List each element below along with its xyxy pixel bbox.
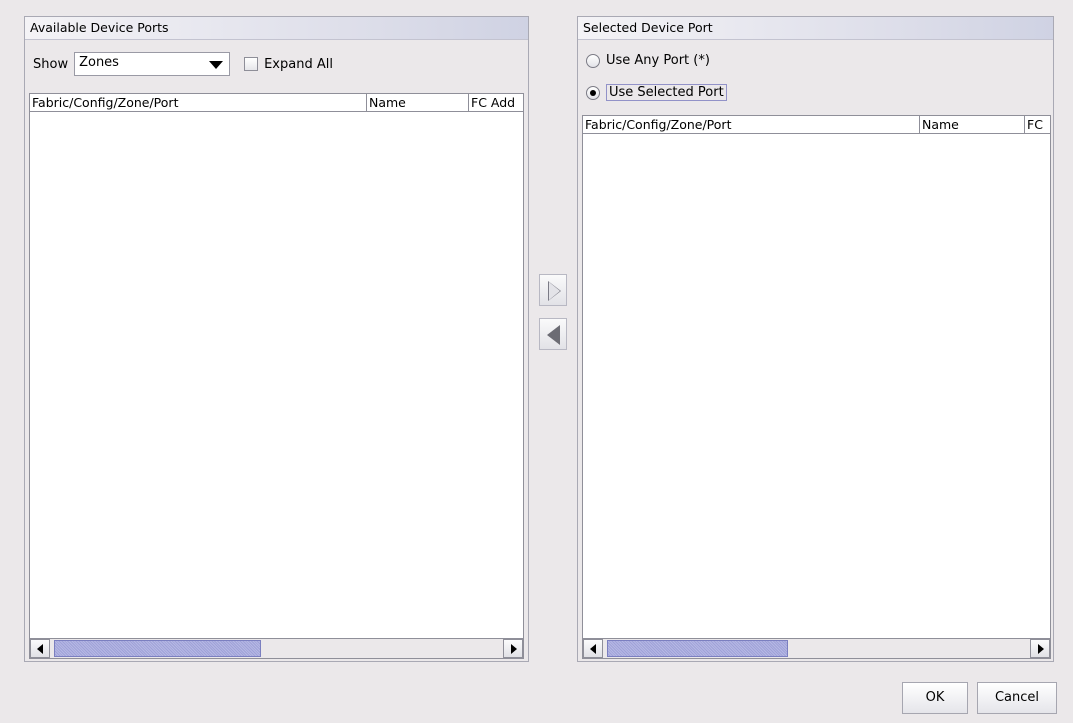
available-ports-table[interactable]: Fabric/Config/Zone/Port Name FC Add	[29, 93, 524, 659]
use-selected-port-label: Use Selected Port	[606, 84, 727, 101]
use-any-port-label: Use Any Port (*)	[606, 53, 710, 68]
show-dropdown[interactable]: Zones	[74, 52, 231, 76]
available-ports-panel: Available Device Ports Show Zones Expand…	[24, 16, 529, 662]
column-header-name[interactable]: Name	[920, 116, 1025, 133]
selected-port-panel: Selected Device Port Use Any Port (*) Us…	[577, 16, 1054, 662]
expand-all-label: Expand All	[264, 56, 333, 72]
column-header-fabric-path[interactable]: Fabric/Config/Zone/Port	[583, 116, 920, 133]
triangle-left-icon	[547, 325, 560, 345]
available-table-header: Fabric/Config/Zone/Port Name FC Add	[30, 94, 523, 112]
available-scroll-thumb[interactable]	[54, 640, 261, 657]
scroll-right-icon[interactable]	[503, 639, 523, 658]
cancel-button[interactable]: Cancel	[977, 682, 1057, 714]
chevron-down-icon	[209, 61, 224, 69]
ok-button[interactable]: OK	[902, 682, 968, 714]
selected-horizontal-scrollbar[interactable]	[583, 638, 1050, 658]
column-header-fc[interactable]: FC	[1025, 116, 1050, 133]
column-header-fabric-path[interactable]: Fabric/Config/Zone/Port	[30, 94, 367, 111]
add-port-button[interactable]	[539, 274, 567, 306]
available-horizontal-scrollbar[interactable]	[30, 638, 523, 658]
remove-port-button[interactable]	[539, 318, 567, 350]
show-dropdown-value: Zones	[79, 55, 119, 70]
expand-all-checkbox-row[interactable]: Expand All	[244, 57, 333, 72]
column-header-fc-address[interactable]: FC Add	[469, 94, 523, 111]
selected-table-header: Fabric/Config/Zone/Port Name FC	[583, 116, 1050, 134]
use-selected-port-option[interactable]: Use Selected Port	[586, 84, 727, 101]
use-any-port-radio[interactable]	[586, 53, 600, 68]
scroll-left-icon[interactable]	[30, 639, 50, 658]
use-selected-port-radio[interactable]	[586, 85, 600, 100]
expand-all-checkbox[interactable]	[244, 57, 259, 71]
selected-port-table[interactable]: Fabric/Config/Zone/Port Name FC	[582, 115, 1051, 659]
scroll-right-icon[interactable]	[1030, 639, 1050, 658]
show-label: Show	[33, 56, 69, 72]
selected-scroll-thumb[interactable]	[607, 640, 788, 657]
scroll-left-icon[interactable]	[583, 639, 603, 658]
show-row: Show Zones Expand All	[33, 52, 333, 76]
selected-port-title: Selected Device Port	[578, 17, 1053, 40]
use-any-port-option[interactable]: Use Any Port (*)	[586, 53, 710, 68]
available-ports-title: Available Device Ports	[25, 17, 528, 40]
column-header-name[interactable]: Name	[367, 94, 469, 111]
